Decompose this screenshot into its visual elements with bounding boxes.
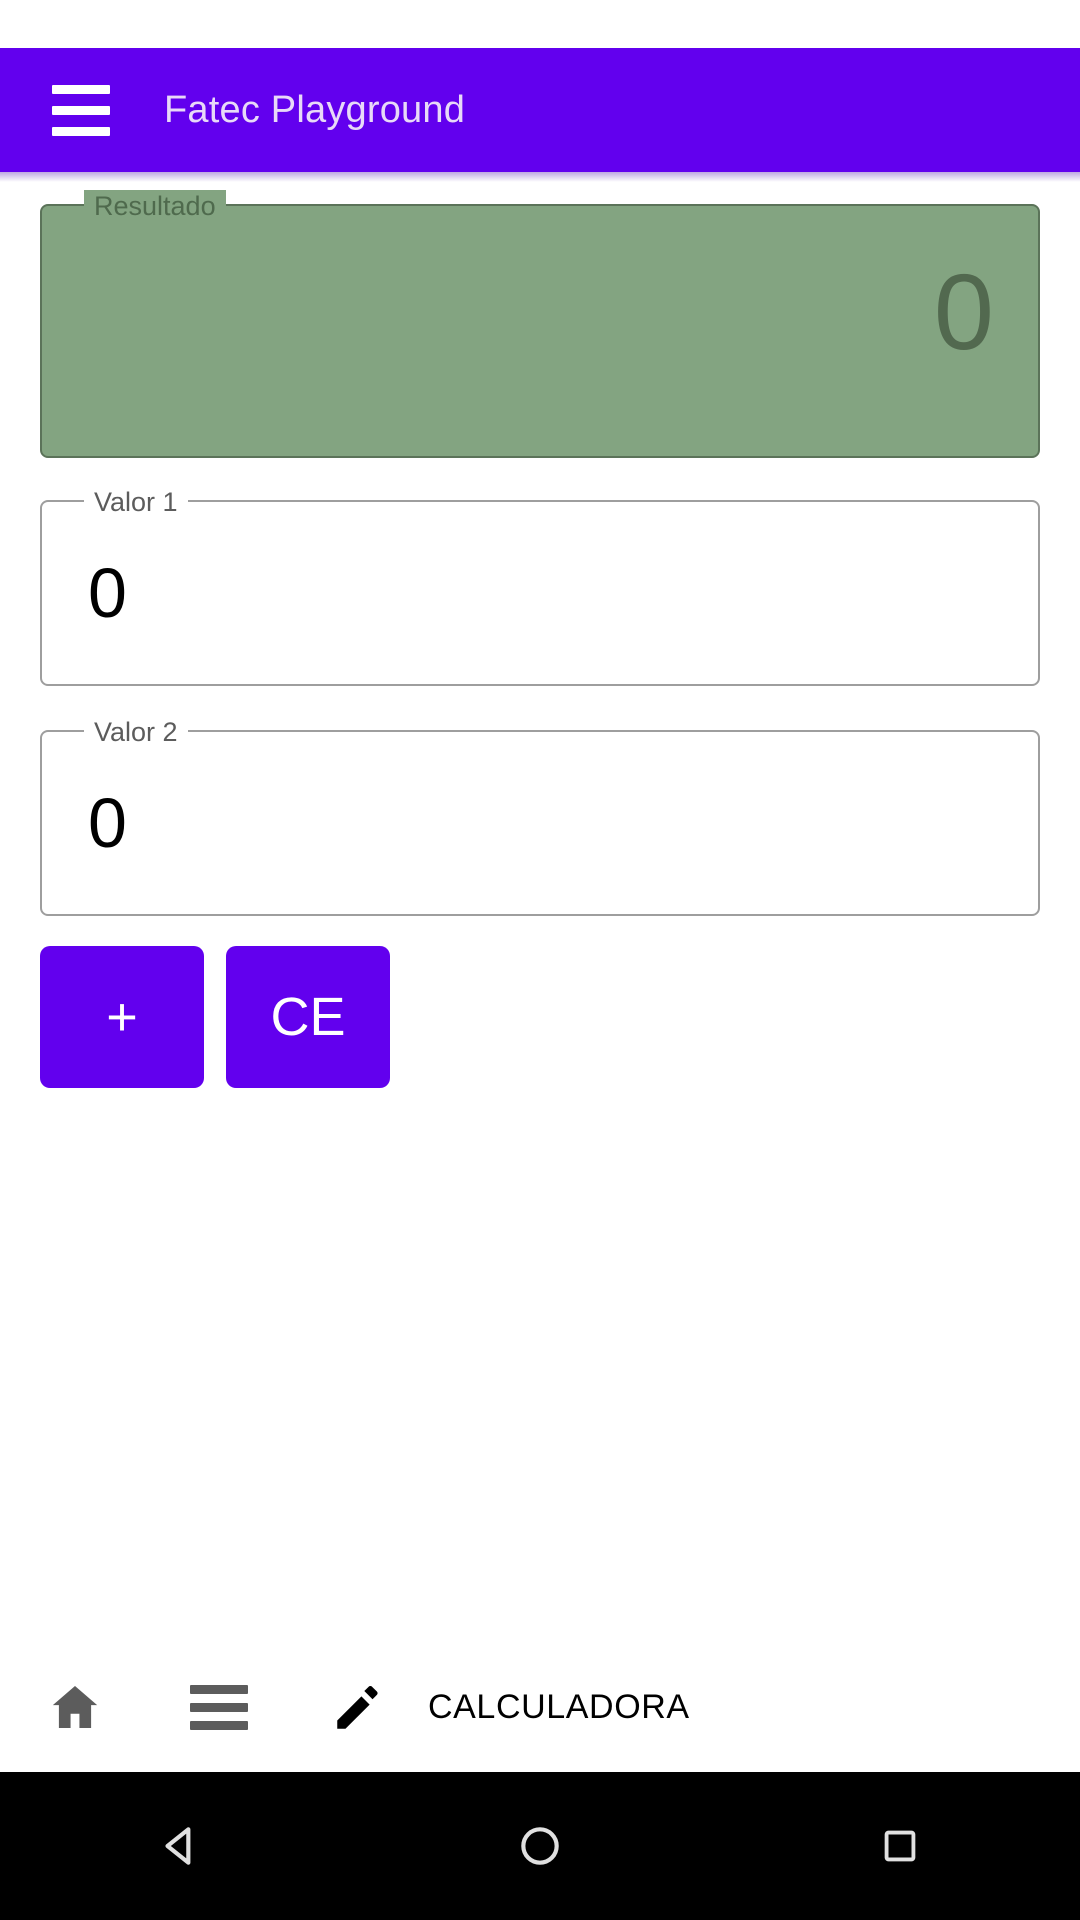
valor2-input-value[interactable]: 0: [88, 788, 127, 858]
operation-button-row: + CE: [40, 946, 390, 1088]
result-field-label: Resultado: [84, 190, 226, 222]
clear-entry-button[interactable]: CE: [226, 946, 390, 1088]
system-navigation-bar: [0, 1772, 1080, 1920]
main-content: Resultado 0 Valor 1 0 Valor 2 0 + CE CAL…: [0, 182, 1080, 1772]
recents-square-icon[interactable]: [720, 1772, 1080, 1920]
home-icon[interactable]: [36, 1679, 114, 1735]
valor2-field[interactable]: Valor 2 0: [40, 716, 1040, 916]
back-triangle-icon[interactable]: [0, 1772, 360, 1920]
valor1-input-value[interactable]: 0: [88, 558, 127, 628]
list-line: [190, 1720, 248, 1730]
home-circle-icon[interactable]: [360, 1772, 720, 1920]
hamburger-line: [52, 84, 110, 94]
list-icon[interactable]: [180, 1684, 258, 1730]
valor1-field[interactable]: Valor 1 0: [40, 486, 1040, 686]
hamburger-menu-icon[interactable]: [26, 48, 136, 172]
result-value: 0: [933, 251, 994, 372]
pencil-edit-icon[interactable]: [322, 1678, 396, 1736]
list-icon-lines: [190, 1684, 248, 1730]
bottom-toolbar-label[interactable]: CALCULADORA: [428, 1688, 690, 1727]
app-bar: Fatec Playground: [0, 48, 1080, 172]
valor2-field-label: Valor 2: [84, 716, 188, 748]
bottom-toolbar: CALCULADORA: [0, 1642, 1080, 1772]
hamburger-line: [52, 105, 110, 115]
app-title: Fatec Playground: [164, 88, 466, 131]
valor1-field-label: Valor 1: [84, 486, 188, 518]
app-bar-shadow: [0, 172, 1080, 182]
hamburger-line: [52, 126, 110, 136]
result-field: Resultado 0: [40, 190, 1040, 458]
add-button[interactable]: +: [40, 946, 204, 1088]
status-bar: [0, 0, 1080, 48]
list-line: [190, 1702, 248, 1712]
list-line: [190, 1684, 248, 1694]
